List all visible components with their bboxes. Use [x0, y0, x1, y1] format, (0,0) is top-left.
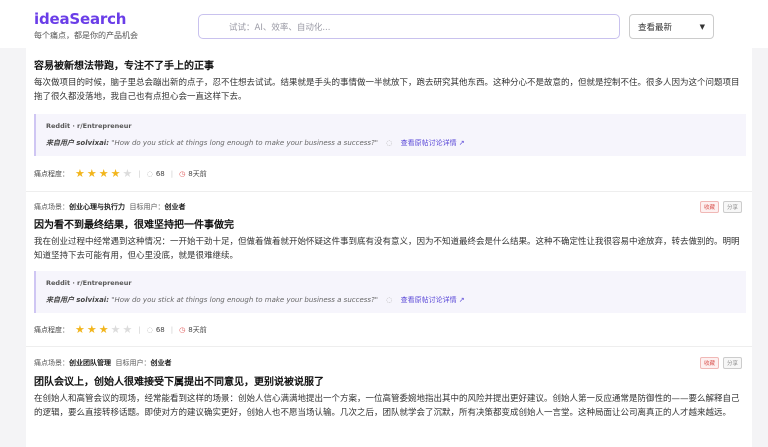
card-footer: 痛点程度： ★ ★ ★ ★ ★ | ◌ 68 | ◷ 8天前 [34, 323, 207, 336]
scene-label: 痛点场景： [34, 359, 69, 367]
scene-value: 创业心理与执行力 [69, 203, 125, 211]
top-header: ideaSearch 每个痛点，都是你的产品机会 试试：AI、效率、自动化...… [0, 0, 768, 48]
divider [26, 346, 752, 347]
star-icon: ★ [86, 167, 97, 180]
card-badges: 收藏 分享 [699, 357, 742, 369]
clock-icon: ◷ [179, 169, 186, 178]
comment-icon: ◌ [146, 169, 153, 178]
comment-count: 68 [155, 325, 165, 334]
sort-label: 查看最新 [638, 22, 673, 33]
quote-source: Reddit · r/Entrepreneur [46, 122, 132, 130]
card-footer: 痛点程度： ★ ★ ★ ★ ★ | ◌ 68 | ◷ 8天前 [34, 167, 207, 180]
scene-label: 痛点场景： [34, 203, 69, 211]
card-title[interactable]: 团队会议上，创始人很难接受下属提出不同意见，更别说被说服了 [34, 373, 324, 388]
pain-rating: ★ ★ ★ ★ ★ [75, 324, 132, 335]
star-icon: ★ [110, 323, 121, 336]
quote-user-prefix: 来自用户 [46, 296, 74, 304]
star-icon: ★ [122, 323, 133, 336]
target-label: 目标用户： [115, 359, 151, 367]
card-title[interactable]: 容易被新想法带跑，专注不了手上的正事 [34, 57, 214, 72]
brand-logo[interactable]: ideaSearch [34, 10, 138, 28]
chevron-down-icon: ▼ [699, 22, 705, 31]
card-title[interactable]: 因为看不到最终结果，很难坚持把一件事做完 [34, 216, 234, 231]
card-meta: 痛点场景：创业团队管理 目标用户：创业者 [34, 358, 171, 368]
star-icon: ★ [75, 167, 85, 180]
view-thread-link[interactable]: 查看原帖讨论详情 ↗ [401, 139, 465, 147]
quote-text: "How do you stick at things long enough … [111, 139, 378, 147]
quote-user: solvixai [76, 296, 107, 304]
search-input[interactable]: 试试：AI、效率、自动化... [198, 14, 620, 39]
card-description: 每次做项目的时候，脑子里总会蹦出新的点子，忍不住想去试试。结果就是手头的事情做一… [34, 78, 740, 102]
comment-icon: ◌ [386, 296, 393, 304]
source-quote: Reddit · r/Entrepreneur 来自用户 solvixai: "… [34, 114, 746, 156]
clock-icon: ◷ [179, 325, 186, 334]
idea-list: 容易被新想法带跑，专注不了手上的正事 每次做项目的时候，脑子里总会蹦出新的点子，… [26, 48, 752, 447]
source-quote: Reddit · r/Entrepreneur 来自用户 solvixai: "… [34, 271, 746, 313]
scene-value: 创业团队管理 [69, 359, 111, 367]
card-badges: 收藏 分享 [699, 201, 742, 213]
target-label: 目标用户： [129, 203, 165, 211]
search-placeholder: 试试：AI、效率、自动化... [229, 22, 331, 33]
quote-text: "How do you stick at things long enough … [111, 296, 378, 304]
quote-line: 来自用户 solvixai: "How do you stick at thin… [46, 139, 465, 147]
post-time: 8天前 [188, 169, 207, 178]
favorite-button[interactable]: 收藏 [699, 357, 719, 369]
card-description: 在创始人和高管会议的现场，经常能看到这样的场景：创始人信心满满地提出一个方案，一… [34, 394, 740, 418]
brand-tagline: 每个痛点，都是你的产品机会 [34, 31, 138, 40]
target-value: 创业者 [150, 359, 172, 367]
quote-line: 来自用户 solvixai: "How do you stick at thin… [46, 296, 465, 304]
star-icon: ★ [122, 167, 133, 180]
star-icon: ★ [110, 167, 121, 180]
star-icon: ★ [98, 167, 109, 180]
quote-user-prefix: 来自用户 [46, 139, 74, 147]
pain-label: 痛点程度： [34, 169, 69, 178]
quote-user: solvixai [76, 139, 107, 147]
share-button[interactable]: 分享 [722, 357, 742, 369]
comment-icon: ◌ [386, 139, 393, 147]
star-icon: ★ [86, 323, 97, 336]
pain-label: 痛点程度： [34, 325, 69, 334]
share-button[interactable]: 分享 [722, 201, 742, 213]
brand[interactable]: ideaSearch 每个痛点，都是你的产品机会 [34, 10, 138, 41]
star-icon: ★ [98, 323, 109, 336]
pain-rating: ★ ★ ★ ★ ★ [75, 168, 132, 179]
post-time: 8天前 [188, 325, 207, 334]
quote-source: Reddit · r/Entrepreneur [46, 279, 132, 287]
target-value: 创业者 [164, 203, 186, 211]
view-thread-link[interactable]: 查看原帖讨论详情 ↗ [401, 296, 465, 304]
divider [26, 191, 752, 192]
card-description: 我在创业过程中经常遇到这种情况：一开始干劲十足，但做着做着就开始怀疑这件事到底有… [34, 237, 740, 261]
star-icon: ★ [75, 323, 85, 336]
sort-dropdown[interactable]: 查看最新 ▼ [629, 14, 714, 39]
comment-count: 68 [155, 169, 165, 178]
favorite-button[interactable]: 收藏 [699, 201, 719, 213]
comment-icon: ◌ [146, 325, 153, 334]
card-meta: 痛点场景：创业心理与执行力 目标用户：创业者 [34, 202, 185, 212]
